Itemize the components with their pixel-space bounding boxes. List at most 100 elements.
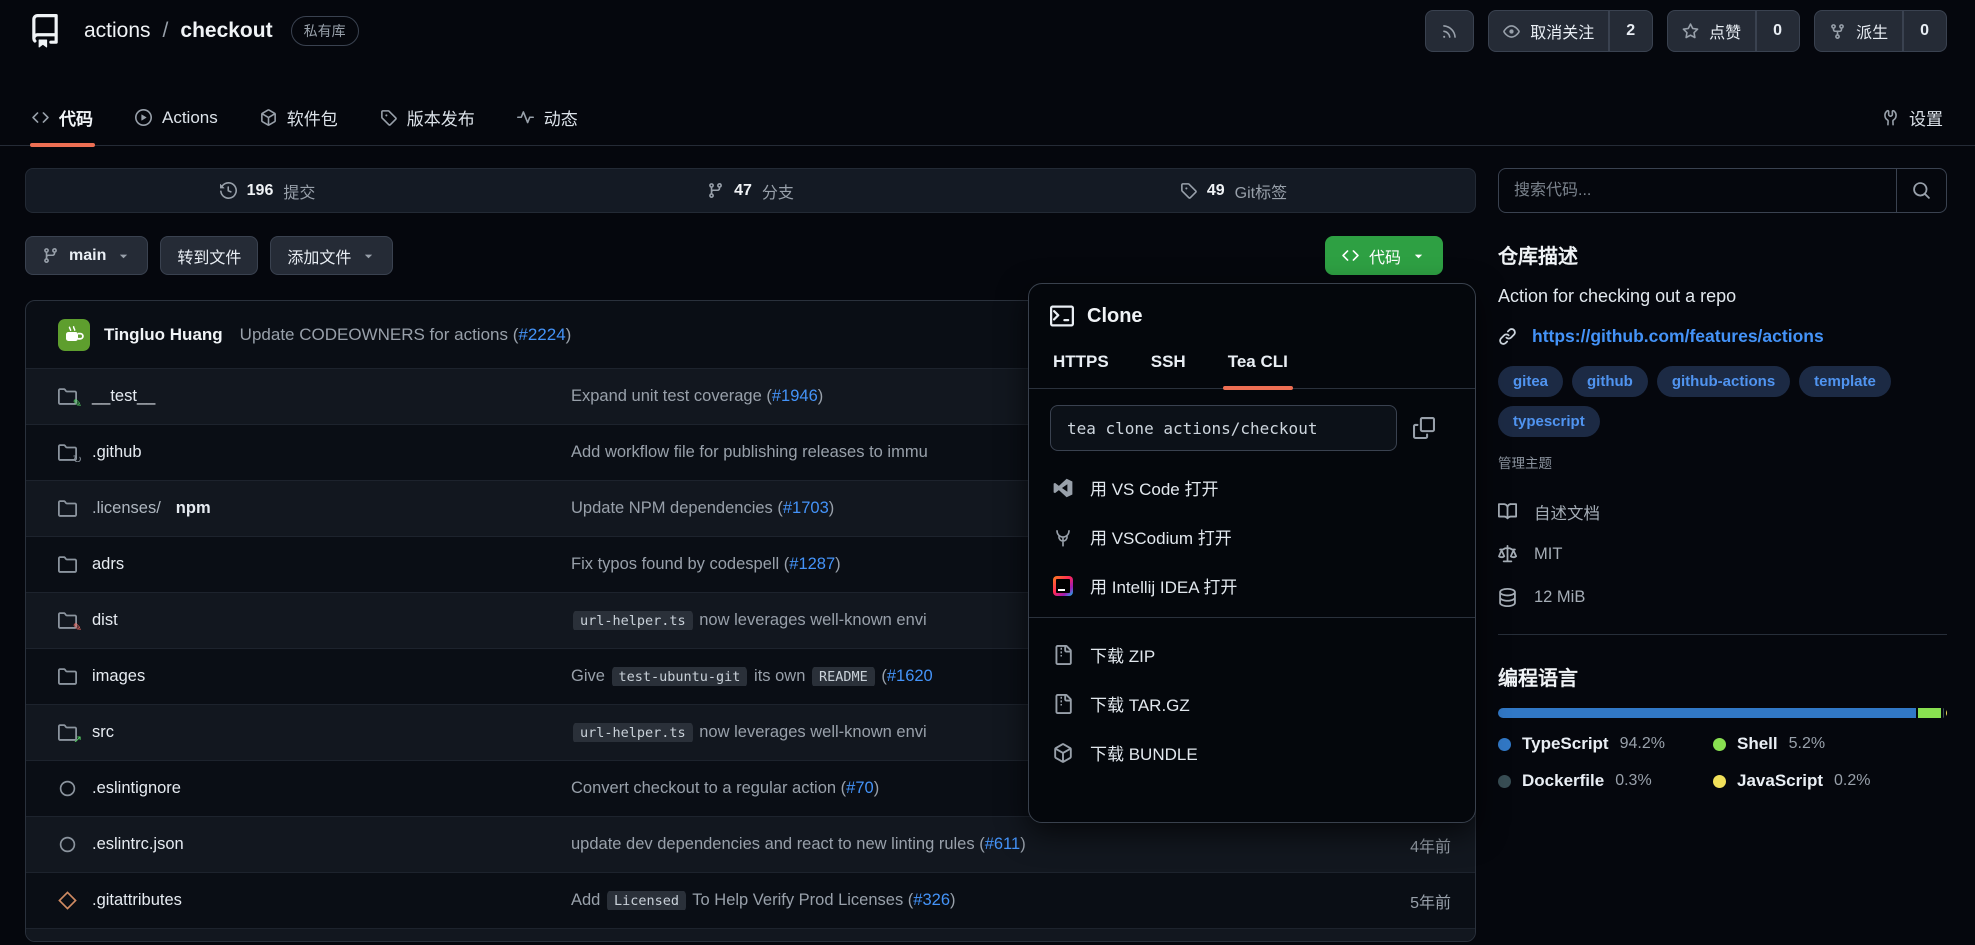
repo-content: 196提交 47分支 49Git标签 main 转到文件 添加文件 <box>0 146 1975 942</box>
code-icon <box>32 109 49 126</box>
tab-actions[interactable]: Actions <box>133 62 220 145</box>
manage-topics-link[interactable]: 管理主题 <box>1498 452 1947 472</box>
commit-author-link[interactable]: Tingluo Huang <box>104 325 223 345</box>
goto-file-button[interactable]: 转到文件 <box>160 236 258 275</box>
topic-typescript[interactable]: typescript <box>1498 406 1600 437</box>
repo-description: Action for checking out a repo <box>1498 286 1947 307</box>
about-title: 仓库描述 <box>1498 240 1947 269</box>
arrow-badge-icon: ↗ <box>73 735 82 742</box>
download-bundle-item[interactable]: 下载 BUNDLE <box>1050 728 1454 777</box>
inline-code-chip: test-ubuntu-git <box>612 667 748 686</box>
breadcrumb-repo-link[interactable]: checkout <box>180 19 272 43</box>
language-segment-shell[interactable] <box>1918 708 1941 718</box>
star-label: 点赞 <box>1709 19 1741 43</box>
sync-badge-icon: ↻ <box>73 455 82 462</box>
file-commit-message[interactable]: update dev dependencies and react to new… <box>571 835 1365 854</box>
tab-ssh[interactable]: SSH <box>1148 352 1189 388</box>
search-button[interactable] <box>1896 169 1946 212</box>
tab-activity[interactable]: 动态 <box>515 62 580 145</box>
download-zip-item[interactable]: 下载 ZIP <box>1050 630 1454 679</box>
issue-link[interactable]: #1287 <box>789 555 835 573</box>
shell-dot-icon <box>1713 738 1726 751</box>
file-row-partial <box>26 928 1475 941</box>
file-commit-message[interactable]: Add Licensed To Help Verify Prod License… <box>571 891 1365 910</box>
issue-link[interactable]: #1703 <box>783 499 829 517</box>
git-branch-icon <box>42 247 59 264</box>
inline-code-chip: README <box>812 667 875 686</box>
tag-icon <box>380 109 397 126</box>
license-row[interactable]: MIT <box>1498 533 1947 576</box>
topic-github[interactable]: github <box>1572 366 1648 397</box>
tab-https[interactable]: HTTPS <box>1050 352 1112 388</box>
stat-commits[interactable]: 196提交 <box>26 179 509 203</box>
package-icon <box>260 109 277 126</box>
language-bar <box>1498 708 1947 718</box>
stat-branches[interactable]: 47分支 <box>509 179 992 203</box>
legend-shell: Shell 5.2% <box>1713 734 1947 754</box>
add-file-button[interactable]: 添加文件 <box>270 236 393 275</box>
issue-link[interactable]: #70 <box>846 779 874 797</box>
topic-github-actions[interactable]: github-actions <box>1657 366 1790 397</box>
issue-link[interactable]: #326 <box>913 891 950 909</box>
download-targz-item[interactable]: 下载 TAR.GZ <box>1050 679 1454 728</box>
clone-dropdown-panel: Clone HTTPS SSH Tea CLI 用 VS Code 打开 用 V… <box>1028 283 1476 823</box>
open-vscode-item[interactable]: 用 VS Code 打开 <box>1050 463 1454 512</box>
rss-button[interactable] <box>1425 10 1474 52</box>
star-button[interactable]: 点赞 <box>1667 10 1756 52</box>
dockerfile-dot-icon <box>1498 775 1511 788</box>
issue-link[interactable]: #1620 <box>887 667 933 685</box>
breadcrumb-owner-link[interactable]: actions <box>84 19 151 43</box>
history-icon <box>220 182 237 199</box>
tab-tea-cli[interactable]: Tea CLI <box>1225 352 1291 388</box>
issue-link[interactable]: #1946 <box>772 387 818 405</box>
git-fork-icon <box>1829 23 1846 40</box>
vscodium-icon <box>1053 527 1073 547</box>
repo-meta-list: 自述文档 MIT 12 MiB <box>1498 490 1947 619</box>
copy-icon <box>1413 417 1435 439</box>
star-count[interactable]: 0 <box>1756 10 1800 52</box>
star-button-group: 点赞 0 <box>1667 10 1800 52</box>
tab-packages[interactable]: 软件包 <box>258 62 340 145</box>
language-segment-dockerfile[interactable] <box>1943 708 1944 718</box>
language-segment-typescript[interactable] <box>1498 708 1916 718</box>
open-intellij-item[interactable]: 用 Intellij IDEA 打开 <box>1050 561 1454 610</box>
breadcrumb: actions / checkout 私有库 <box>84 16 359 46</box>
folder-icon: ↗ <box>58 723 77 742</box>
breadcrumb-separator: / <box>163 19 169 43</box>
website-row: https://github.com/features/actions <box>1498 326 1947 347</box>
fork-button[interactable]: 派生 <box>1814 10 1903 52</box>
folder-icon: ✎ <box>58 387 77 406</box>
open-vscodium-item[interactable]: 用 VSCodium 打开 <box>1050 512 1454 561</box>
file-row-gitattributes[interactable]: .gitattributes Add Licensed To Help Veri… <box>26 872 1475 928</box>
legend-typescript: TypeScript 94.2% <box>1498 734 1713 754</box>
copy-button[interactable] <box>1413 417 1435 439</box>
file-toolbar: main 转到文件 添加文件 代码 <box>25 236 1476 275</box>
code-download-button[interactable]: 代码 <box>1325 236 1443 275</box>
latest-commit-message[interactable]: Update CODEOWNERS for actions (#2224) <box>240 325 572 345</box>
repo-logo-icon[interactable] <box>28 14 62 48</box>
play-circle-icon <box>135 109 152 126</box>
topic-gitea[interactable]: gitea <box>1498 366 1563 397</box>
language-segment-javascript[interactable] <box>1946 708 1947 718</box>
clone-download-menu: 下载 ZIP 下载 TAR.GZ 下载 BUNDLE <box>1050 630 1454 777</box>
git-file-icon <box>58 891 77 910</box>
stat-tags[interactable]: 49Git标签 <box>992 179 1475 203</box>
tab-releases[interactable]: 版本发布 <box>378 62 477 145</box>
tab-code[interactable]: 代码 <box>30 62 95 145</box>
readme-row[interactable]: 自述文档 <box>1498 490 1947 533</box>
sidebar-divider <box>1498 634 1947 635</box>
issue-link[interactable]: #2224 <box>518 325 565 344</box>
unwatch-button[interactable]: 取消关注 <box>1488 10 1609 52</box>
clone-command-input[interactable] <box>1050 405 1397 451</box>
website-link[interactable]: https://github.com/features/actions <box>1532 326 1824 347</box>
issue-link[interactable]: #611 <box>985 835 1020 853</box>
branch-select-button[interactable]: main <box>25 236 148 275</box>
watch-count[interactable]: 2 <box>1609 10 1653 52</box>
search-input[interactable] <box>1499 169 1896 212</box>
avatar[interactable] <box>58 319 90 351</box>
inline-code-chip: Licensed <box>607 891 686 910</box>
topic-template[interactable]: template <box>1799 366 1891 397</box>
tab-settings[interactable]: 设置 <box>1880 62 1945 145</box>
fork-count[interactable]: 0 <box>1903 10 1947 52</box>
file-row-eslintrc[interactable]: .eslintrc.json update dev dependencies a… <box>26 816 1475 872</box>
